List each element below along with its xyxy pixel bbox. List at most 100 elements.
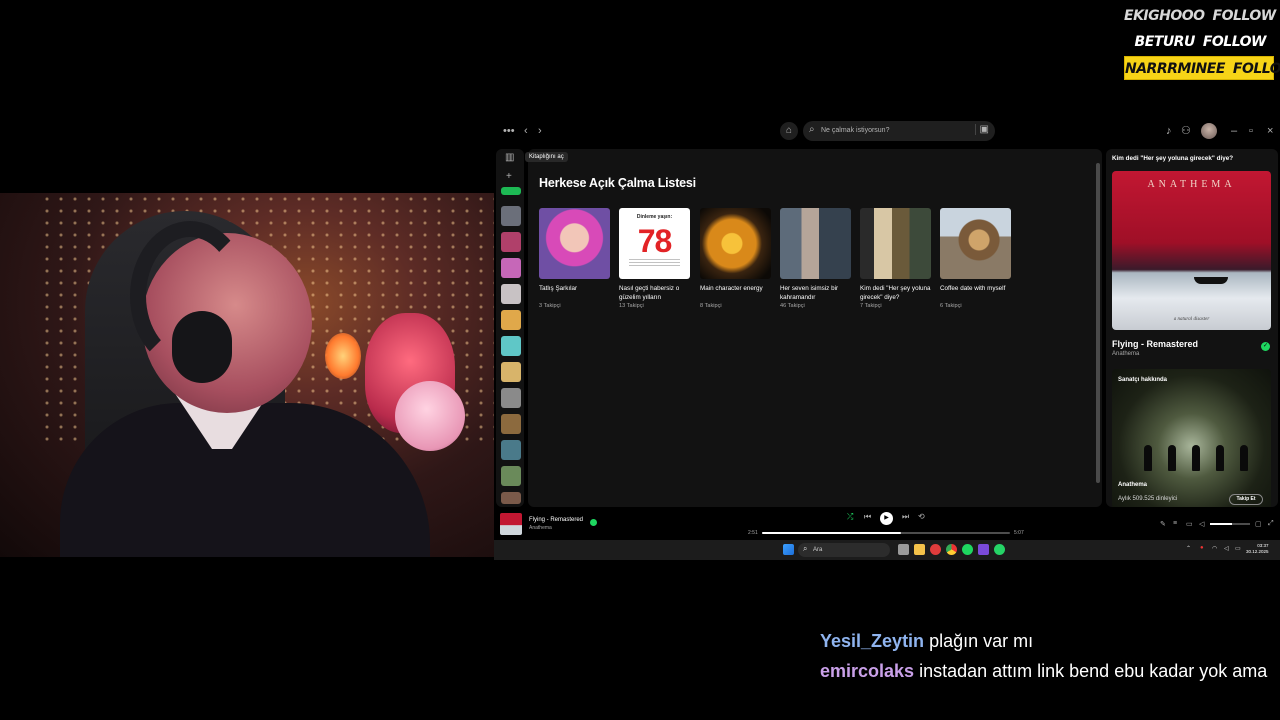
mini-player-icon[interactable]: ▢ <box>1255 520 1262 528</box>
sidebar-item[interactable] <box>501 492 521 504</box>
home-button[interactable]: ⌂ <box>780 122 798 140</box>
bell-icon[interactable]: ♪ <box>1166 118 1172 144</box>
volume-slider[interactable] <box>1210 523 1250 525</box>
sidebar-item[interactable] <box>501 206 521 226</box>
fullscreen-icon[interactable]: ⤢ <box>1268 520 1274 528</box>
sidebar-item[interactable] <box>501 310 521 330</box>
queue-icon[interactable]: ≡ <box>1173 520 1177 527</box>
cover-text-lines <box>629 259 680 268</box>
windows-taskbar: ⌕ Ara ⌃ ● ◠ ◁ ▭ 03:37 30.12.2025 <box>494 540 1280 560</box>
sidebar-item[interactable] <box>501 466 521 486</box>
search-input[interactable]: Ne çalmak istiyorsun? <box>821 121 889 141</box>
follow-button[interactable]: Takip Et <box>1229 494 1263 505</box>
cover-number: 78 <box>637 223 673 259</box>
lyrics-icon[interactable]: ✎ <box>1160 520 1166 528</box>
chat-username: Yesil_Zeytin <box>820 631 925 651</box>
page-title: Herkese Açık Çalma Listesi <box>539 176 696 190</box>
whatsapp-icon[interactable] <box>994 544 1005 555</box>
main-content: Herkese Açık Çalma Listesi Tatlış Şarkıl… <box>528 149 1102 507</box>
sidebar-item[interactable] <box>501 336 521 356</box>
playlist-followers: 13 Takipçi <box>619 303 644 309</box>
sidebar-item[interactable] <box>501 440 521 460</box>
player-track-title[interactable]: Flying - Remastered <box>529 517 583 523</box>
player-track-artist[interactable]: Anathema <box>529 525 552 531</box>
band-member <box>1144 445 1152 471</box>
chat-username: emircolaks <box>820 661 915 681</box>
follow-label: FOLLOW <box>1202 34 1267 50</box>
speaker-icon[interactable]: ◁ <box>1224 545 1229 552</box>
play-button[interactable]: ▶ <box>880 512 893 525</box>
follower-name: BETURU <box>1134 34 1196 50</box>
spotify-icon[interactable] <box>962 544 973 555</box>
sidebar-item[interactable] <box>501 284 521 304</box>
chrome-icon[interactable] <box>946 544 957 555</box>
tray-chevron-icon[interactable]: ⌃ <box>1186 545 1191 552</box>
playlist-title: Nasıl geçti habersiz o güzelim yılların <box>619 285 680 301</box>
playlist-title: Kim dedi "Her şey yoluna girecek" diye? <box>860 285 931 301</box>
next-icon[interactable]: ⏭ <box>902 512 909 522</box>
playlist-card[interactable]: Tatlış Şarkılar 3 Takipçi <box>539 208 611 309</box>
menu-dots-icon[interactable]: ••• <box>503 118 515 144</box>
playlist-followers: 46 Takipçi <box>780 303 805 309</box>
playlist-card[interactable]: Coffee date with myself 6 Takipçi <box>940 208 1012 309</box>
cover-caption: Dinleme yaşın: <box>636 214 673 220</box>
playlist-cover <box>860 208 931 279</box>
obs-icon[interactable] <box>930 544 941 555</box>
headphone-cup <box>172 311 232 383</box>
tray-app-icon[interactable]: ● <box>1200 545 1204 551</box>
start-icon[interactable] <box>783 544 794 555</box>
playlist-followers: 3 Takipçi <box>539 303 561 309</box>
playlist-followers: 7 Takipçi <box>860 303 882 309</box>
track-artist[interactable]: Anathema <box>1112 351 1139 357</box>
sidebar-item[interactable] <box>501 388 521 408</box>
sidebar-item[interactable] <box>501 187 521 195</box>
progress-bar[interactable] <box>762 532 1010 534</box>
title-bar: ••• ‹ › ⌂ ⌕ Ne çalmak istiyorsun? ▣ ♪ ⚇ … <box>494 118 1280 144</box>
playlist-cover <box>940 208 1011 279</box>
monthly-listeners: Aylık 509.525 dinleyici <box>1118 496 1178 502</box>
playlist-card[interactable]: Her seven isimsiz bir kahramandır 46 Tak… <box>780 208 852 309</box>
playlist-cover: Dinleme yaşın: 78 <box>619 208 690 279</box>
shuffle-icon[interactable]: ⤮ <box>847 512 853 522</box>
plus-icon[interactable]: + <box>506 171 512 182</box>
discord-icon[interactable] <box>978 544 989 555</box>
playlist-card[interactable]: Dinleme yaşın: 78 Nasıl geçti habersiz o… <box>619 208 691 309</box>
taskbar-search[interactable]: ⌕ Ara <box>798 543 890 557</box>
sidebar-item[interactable] <box>501 362 521 382</box>
volume-icon[interactable]: ◁ <box>1199 520 1204 528</box>
sidebar-item[interactable] <box>501 232 521 252</box>
task-view-icon[interactable] <box>898 544 909 555</box>
avatar[interactable] <box>1201 123 1217 139</box>
browse-icon[interactable]: ▣ <box>974 124 989 135</box>
track-title[interactable]: Flying - Remastered <box>1112 339 1198 349</box>
about-artist-card[interactable]: Sanatçı hakkında Anathema Aylık 509.525 … <box>1112 369 1271 507</box>
scrollbar[interactable] <box>1096 163 1100 483</box>
saved-check-icon[interactable]: ✓ <box>1261 342 1270 351</box>
wifi-icon[interactable]: ◠ <box>1212 545 1217 552</box>
friends-icon[interactable]: ⚇ <box>1181 118 1191 144</box>
maximize-icon[interactable]: ▫ <box>1249 118 1253 144</box>
player-album-thumb[interactable] <box>500 513 522 535</box>
chat-message: emircolaks instadan attım link bend ebu … <box>820 660 1275 682</box>
close-icon[interactable]: × <box>1267 118 1273 144</box>
search-bar[interactable]: ⌕ Ne çalmak istiyorsun? ▣ <box>803 121 995 141</box>
minimize-icon[interactable]: – <box>1231 118 1237 144</box>
taskbar-search-input[interactable]: Ara <box>813 543 822 557</box>
file-explorer-icon[interactable] <box>914 544 925 555</box>
chat-overlay: Yesil_Zeytin plağın var mı emircolaks in… <box>820 630 1275 690</box>
playlist-cover <box>700 208 771 279</box>
previous-icon[interactable]: ⏮ <box>864 512 871 522</box>
battery-icon[interactable]: ▭ <box>1235 545 1241 552</box>
taskbar-clock[interactable]: 03:37 30.12.2025 <box>1246 543 1269 555</box>
sidebar-item[interactable] <box>501 414 521 434</box>
device-icon[interactable]: ▭ <box>1186 520 1193 528</box>
saved-check-icon[interactable] <box>590 519 597 526</box>
back-arrow-icon[interactable]: ‹ <box>524 118 528 144</box>
repeat-icon[interactable]: ⟲ <box>918 512 925 521</box>
forward-arrow-icon[interactable]: › <box>538 118 542 144</box>
sidebar-item[interactable] <box>501 258 521 278</box>
library-icon[interactable]: ▥ <box>505 152 514 163</box>
playlist-card[interactable]: Main character energy 8 Takipçi <box>700 208 772 309</box>
playlist-card[interactable]: Kim dedi "Her şey yoluna girecek" diye? … <box>860 208 932 309</box>
playlist-title: Coffee date with myself <box>940 285 1006 292</box>
